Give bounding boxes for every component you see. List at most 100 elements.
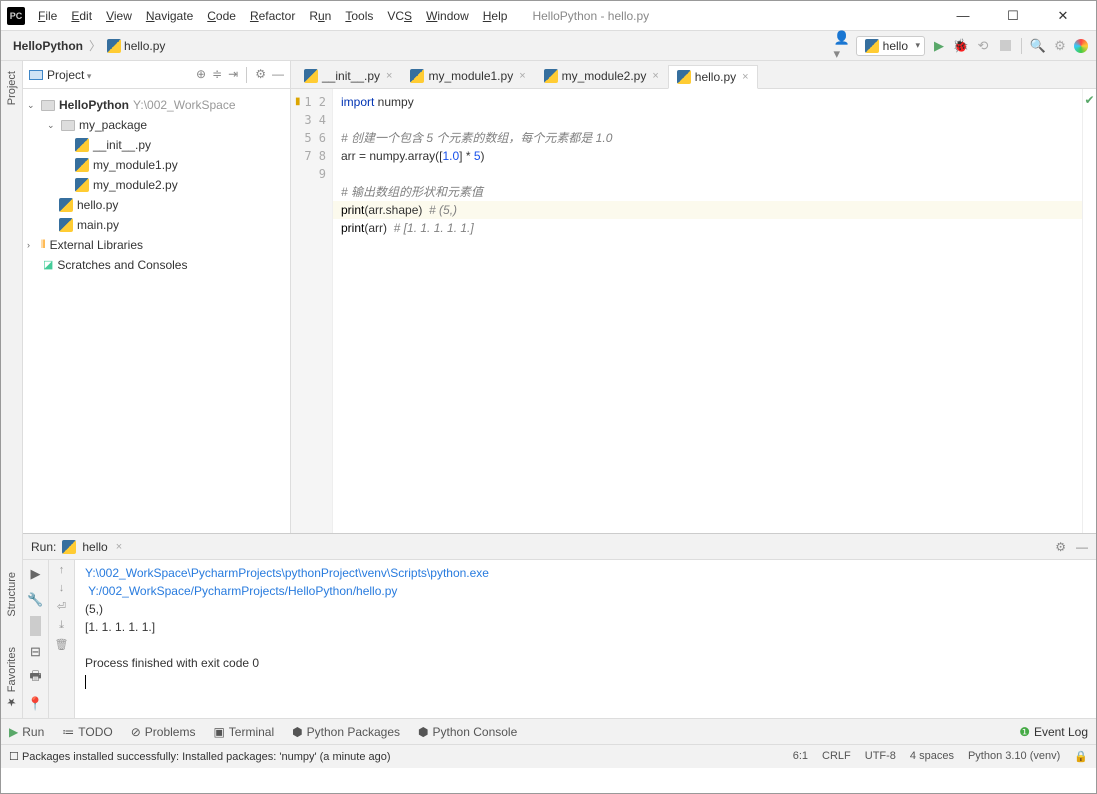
interpreter[interactable]: Python 3.10 (venv) [968, 750, 1060, 763]
breadcrumb-project[interactable]: HelloPython [9, 37, 87, 55]
user-icon[interactable]: 👤▾ [834, 38, 850, 54]
editor-tab[interactable]: my_module2.py× [535, 64, 668, 88]
scroll-end-icon[interactable]: ⤓ [59, 619, 64, 632]
run-settings-icon[interactable]: ⚙ [1055, 540, 1066, 554]
python-console-tab-button[interactable]: ⬢ Python Console [418, 725, 517, 739]
tool-icon[interactable]: 🔧 [27, 590, 43, 610]
python-packages-tab-button[interactable]: ⬢ Python Packages [292, 725, 400, 739]
hide-run-panel-icon[interactable]: — [1076, 540, 1088, 554]
coverage-button[interactable]: ⟲ [975, 38, 991, 54]
tree-file-label: my_module1.py [93, 155, 178, 175]
trash-icon[interactable]: 🗑 [55, 638, 69, 651]
terminal-tab-label: Terminal [229, 725, 274, 739]
close-tab-icon[interactable]: × [519, 70, 525, 82]
breadcrumb-file[interactable]: hello.py [103, 37, 169, 55]
tree-external-libraries[interactable]: ›⫴ External Libraries [27, 235, 286, 255]
favorites-tool-tab[interactable]: ★ Favorites [5, 647, 18, 708]
editor-tab[interactable]: my_module1.py× [401, 64, 534, 88]
minimize-button[interactable]: — [948, 8, 978, 24]
structure-tool-tab[interactable]: Structure [6, 572, 18, 617]
console-output[interactable]: Y:\002_WorkSpace\PycharmProjects\pythonP… [75, 560, 1096, 718]
todo-tab-button[interactable]: ≔ TODO [62, 725, 112, 739]
debug-button[interactable]: 🐞 [953, 38, 969, 54]
stop-icon[interactable] [30, 616, 41, 636]
menu-help[interactable]: Help [478, 7, 513, 25]
run-button[interactable]: ▶ [931, 38, 947, 54]
caret-position[interactable]: 6:1 [793, 750, 808, 763]
window-controls: — ☐ ✕ [948, 8, 1090, 24]
menu-vcs[interactable]: VCS [382, 7, 417, 25]
bookmark-icon[interactable]: ▮ [295, 93, 301, 111]
close-tab-icon[interactable]: × [742, 71, 748, 83]
up-arrow-icon[interactable]: ↑ [59, 564, 65, 576]
file-encoding[interactable]: UTF-8 [865, 750, 896, 763]
layout-icon[interactable]: ⊟ [30, 642, 41, 662]
hide-panel-icon[interactable]: — [272, 67, 284, 83]
maximize-button[interactable]: ☐ [998, 8, 1028, 24]
tree-scratches[interactable]: ◪ Scratches and Consoles [27, 255, 286, 275]
close-run-tab-icon[interactable]: × [116, 541, 122, 553]
tree-root-label: HelloPython [59, 95, 129, 115]
editor-tab[interactable]: __init__.py× [295, 64, 401, 88]
menu-view[interactable]: View [101, 7, 137, 25]
menu-edit[interactable]: Edit [66, 7, 97, 25]
menu-window[interactable]: Window [421, 7, 474, 25]
title-bar: PC File Edit View Navigate Code Refactor… [1, 1, 1096, 31]
close-tab-icon[interactable]: × [386, 70, 392, 82]
tree-file[interactable]: main.py [27, 215, 286, 235]
close-tab-icon[interactable]: × [652, 70, 658, 82]
project-view-selector[interactable]: Project [47, 68, 91, 82]
problems-tab-button[interactable]: ⊘ Problems [131, 725, 196, 739]
project-tree: ⌄ HelloPython Y:\002_WorkSpace ⌄ my_pack… [23, 89, 290, 281]
menu-run[interactable]: Run [304, 7, 336, 25]
code-content[interactable]: import numpy # 创建一个包含 5 个元素的数组，每个元素都是 1.… [333, 89, 1082, 533]
line-separator[interactable]: CRLF [822, 750, 851, 763]
project-tool-tab[interactable]: Project [6, 71, 18, 105]
readonly-lock-icon[interactable]: 🔒 [1074, 750, 1088, 763]
python-file-icon [544, 69, 558, 83]
terminal-tab-button[interactable]: ▣ Terminal [213, 725, 274, 739]
rerun-icon[interactable]: ▶ [31, 564, 41, 584]
tree-root[interactable]: ⌄ HelloPython Y:\002_WorkSpace [27, 95, 286, 115]
editor-gutter: 1 2 ▮3 4 5 6 7 8 9 [291, 89, 333, 533]
panel-settings-icon[interactable]: ⚙ [255, 67, 266, 83]
stop-button[interactable] [997, 38, 1013, 54]
menu-code[interactable]: Code [202, 7, 241, 25]
python-file-icon [107, 39, 121, 53]
tool-window-toggle-icon[interactable]: ☐ [9, 750, 19, 763]
run-configuration-selector[interactable]: hello [856, 36, 925, 56]
code-editor[interactable]: 1 2 ▮3 4 5 6 7 8 9 import numpy # 创建一个包含… [291, 89, 1096, 533]
tree-package[interactable]: ⌄ my_package [27, 115, 286, 135]
collapse-all-icon[interactable]: ⇥ [228, 67, 238, 83]
run-tab-button[interactable]: ▶Run [9, 725, 44, 739]
search-icon[interactable]: 🔍 [1030, 38, 1046, 54]
menu-file[interactable]: File [33, 7, 62, 25]
tree-file[interactable]: hello.py [27, 195, 286, 215]
expand-all-icon[interactable]: ≑ [212, 67, 222, 83]
settings-icon[interactable]: ⚙ [1052, 38, 1068, 54]
indent-setting[interactable]: 4 spaces [910, 750, 954, 763]
inspection-ok-icon[interactable]: ✔ [1083, 93, 1096, 107]
tab-label: hello.py [695, 70, 736, 84]
tree-file[interactable]: __init__.py [27, 135, 286, 155]
menu-refactor[interactable]: Refactor [245, 7, 300, 25]
menu-tools[interactable]: Tools [340, 7, 378, 25]
down-arrow-icon[interactable]: ↓ [59, 582, 65, 594]
event-log-button[interactable]: ❶ Event Log [1019, 725, 1088, 739]
ide-features-icon[interactable] [1074, 39, 1088, 53]
pypkg-tab-label: Python Packages [307, 725, 400, 739]
locate-icon[interactable]: ⊕ [196, 67, 206, 83]
pin-icon[interactable]: 📍 [27, 694, 43, 714]
todo-tab-label: TODO [78, 725, 112, 739]
tree-file[interactable]: my_module1.py [27, 155, 286, 175]
tree-file[interactable]: my_module2.py [27, 175, 286, 195]
soft-wrap-icon[interactable]: ⏎ [57, 600, 66, 613]
editor-area: __init__.py× my_module1.py× my_module2.p… [291, 61, 1096, 533]
status-bar: ☐ Packages installed successfully: Insta… [1, 744, 1096, 768]
editor-right-gutter: ✔ [1082, 89, 1096, 533]
print-icon[interactable]: 🖶 [29, 668, 41, 688]
run-header-label: Run: [31, 540, 56, 554]
menu-navigate[interactable]: Navigate [141, 7, 198, 25]
editor-tab-active[interactable]: hello.py × [668, 65, 758, 89]
close-button[interactable]: ✕ [1048, 8, 1078, 24]
